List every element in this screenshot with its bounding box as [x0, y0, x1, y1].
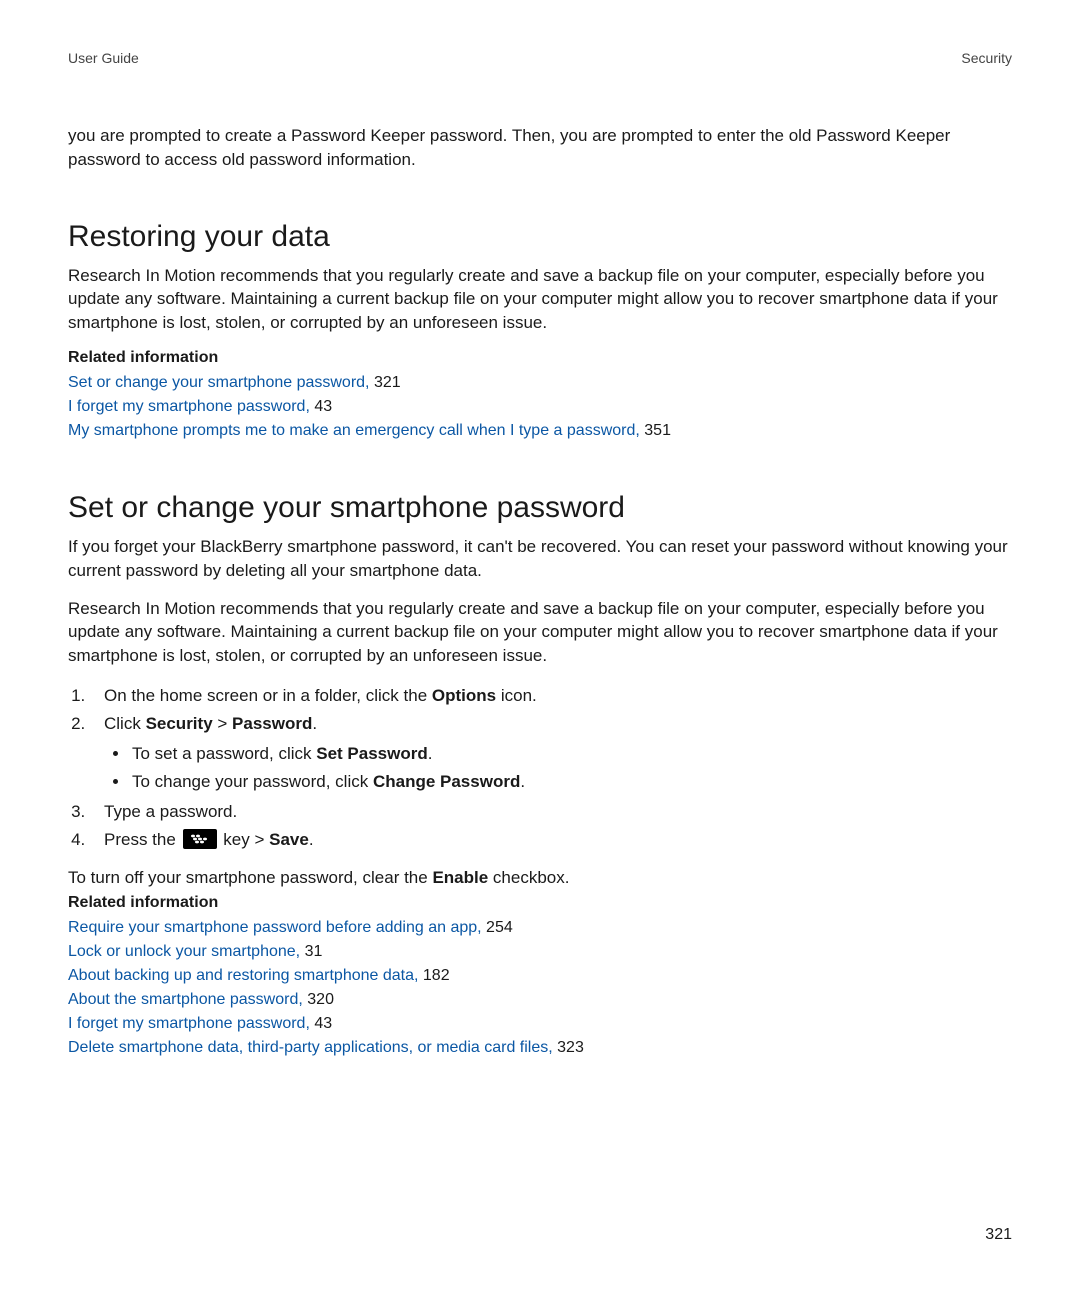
- step-text: Click: [104, 714, 146, 733]
- section2-paragraph-2: Research In Motion recommends that you r…: [68, 597, 1012, 668]
- page-reference: 43: [314, 398, 332, 415]
- note-bold: Enable: [432, 868, 488, 887]
- related-link-item: Delete smartphone data, third-party appl…: [68, 1036, 1012, 1060]
- related-link-item: I forget my smartphone password, 43: [68, 1012, 1012, 1036]
- note-text: To turn off your smartphone password, cl…: [68, 868, 432, 887]
- related-link-item: Lock or unlock your smartphone, 31: [68, 940, 1012, 964]
- related-link[interactable]: Delete smartphone data, third-party appl…: [68, 1039, 553, 1056]
- related-link[interactable]: About the smartphone password,: [68, 991, 303, 1008]
- related-link-item: I forget my smartphone password, 43: [68, 395, 1012, 419]
- substep-bold: Change Password: [373, 772, 520, 791]
- substep-text: .: [520, 772, 525, 791]
- document-page: User Guide Security you are prompted to …: [0, 0, 1080, 1296]
- section1-paragraph: Research In Motion recommends that you r…: [68, 264, 1012, 335]
- page-reference: 320: [307, 991, 334, 1008]
- step-text: On the home screen or in a folder, click…: [104, 686, 432, 705]
- section2-paragraph-1: If you forget your BlackBerry smartphone…: [68, 535, 1012, 583]
- page-header: User Guide Security: [68, 50, 1012, 66]
- related-information-list: Require your smartphone password before …: [68, 916, 1012, 1060]
- page-number: 321: [985, 1226, 1012, 1244]
- related-information-heading: Related information: [68, 349, 1012, 367]
- related-link[interactable]: I forget my smartphone password,: [68, 398, 310, 415]
- blackberry-key-icon: [183, 829, 217, 849]
- step-text: .: [312, 714, 317, 733]
- related-link[interactable]: I forget my smartphone password,: [68, 1015, 310, 1032]
- related-information-list: Set or change your smartphone password, …: [68, 371, 1012, 443]
- step-item: On the home screen or in a folder, click…: [90, 682, 1012, 710]
- related-link[interactable]: About backing up and restoring smartphon…: [68, 967, 418, 984]
- step-item: Type a password.: [90, 798, 1012, 826]
- page-reference: 323: [557, 1039, 584, 1056]
- turn-off-note: To turn off your smartphone password, cl…: [68, 866, 1012, 890]
- heading-restoring-your-data: Restoring your data: [68, 220, 1012, 254]
- step-text: key >: [223, 830, 269, 849]
- step-text: Press the: [104, 830, 181, 849]
- header-left: User Guide: [68, 50, 139, 66]
- related-link[interactable]: Lock or unlock your smartphone,: [68, 943, 300, 960]
- header-right: Security: [961, 50, 1012, 66]
- page-reference: 351: [644, 422, 671, 439]
- substep-text: .: [428, 744, 433, 763]
- related-link-item: About backing up and restoring smartphon…: [68, 964, 1012, 988]
- step-text: Type a password.: [104, 802, 237, 821]
- step-bold: Security: [146, 714, 213, 733]
- step-bold: Options: [432, 686, 496, 705]
- step-bold: Save: [269, 830, 309, 849]
- step-text: .: [309, 830, 314, 849]
- steps-list: On the home screen or in a folder, click…: [68, 682, 1012, 854]
- step-item: Click Security > Password. To set a pass…: [90, 710, 1012, 796]
- step-text: >: [213, 714, 232, 733]
- step-text: icon.: [496, 686, 537, 705]
- page-reference: 182: [423, 967, 450, 984]
- substep-bold: Set Password: [316, 744, 428, 763]
- page-reference: 31: [305, 943, 323, 960]
- substep-text: To change your password, click: [132, 772, 373, 791]
- substep-text: To set a password, click: [132, 744, 316, 763]
- related-information-heading: Related information: [68, 894, 1012, 912]
- related-link-item: Require your smartphone password before …: [68, 916, 1012, 940]
- related-link-item: My smartphone prompts me to make an emer…: [68, 419, 1012, 443]
- step-item: Press the key > Save.: [90, 826, 1012, 854]
- substep-item: To change your password, click Change Pa…: [130, 768, 1012, 796]
- related-link-item: About the smartphone password, 320: [68, 988, 1012, 1012]
- intro-paragraph: you are prompted to create a Password Ke…: [68, 124, 1012, 172]
- page-reference: 254: [486, 919, 513, 936]
- related-link[interactable]: My smartphone prompts me to make an emer…: [68, 422, 640, 439]
- substep-item: To set a password, click Set Password.: [130, 740, 1012, 768]
- page-reference: 43: [314, 1015, 332, 1032]
- substeps-list: To set a password, click Set Password. T…: [104, 740, 1012, 796]
- step-bold: Password: [232, 714, 312, 733]
- heading-set-or-change-password: Set or change your smartphone password: [68, 491, 1012, 525]
- related-link-item: Set or change your smartphone password, …: [68, 371, 1012, 395]
- related-link[interactable]: Require your smartphone password before …: [68, 919, 482, 936]
- note-text: checkbox.: [488, 868, 569, 887]
- page-reference: 321: [374, 374, 401, 391]
- related-link[interactable]: Set or change your smartphone password,: [68, 374, 370, 391]
